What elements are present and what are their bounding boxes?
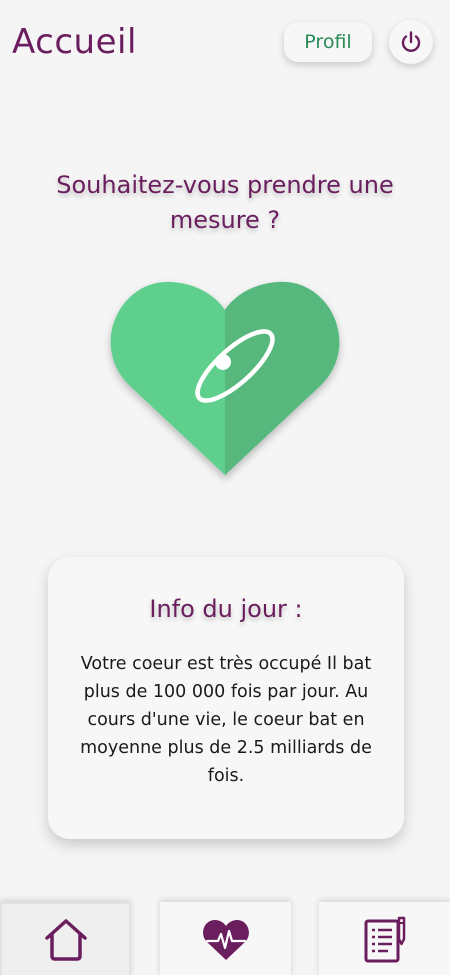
logout-button[interactable]: [389, 20, 433, 64]
bottom-nav: [0, 900, 450, 975]
measure-question: Souhaitez-vous prendre une mesure ?: [56, 171, 394, 234]
nav-journal[interactable]: [319, 902, 450, 975]
page-title: Accueil: [12, 22, 137, 62]
journal-icon: [364, 916, 405, 962]
profile-button[interactable]: Profil: [284, 22, 372, 62]
heart-orbit-icon: [110, 281, 340, 476]
heart-pulse-icon: [202, 919, 249, 960]
power-icon: [401, 31, 421, 52]
info-text: Votre coeur est très occupé Il bat plus …: [80, 654, 372, 786]
home-icon: [44, 918, 87, 961]
nav-measure[interactable]: [160, 902, 291, 975]
take-measure-button[interactable]: [100, 268, 350, 488]
nav-home[interactable]: [0, 902, 131, 975]
header: Accueil Profil: [0, 0, 450, 90]
info-card: Info du jour : Votre coeur est très occu…: [48, 557, 404, 839]
info-title: Info du jour :: [149, 595, 303, 623]
